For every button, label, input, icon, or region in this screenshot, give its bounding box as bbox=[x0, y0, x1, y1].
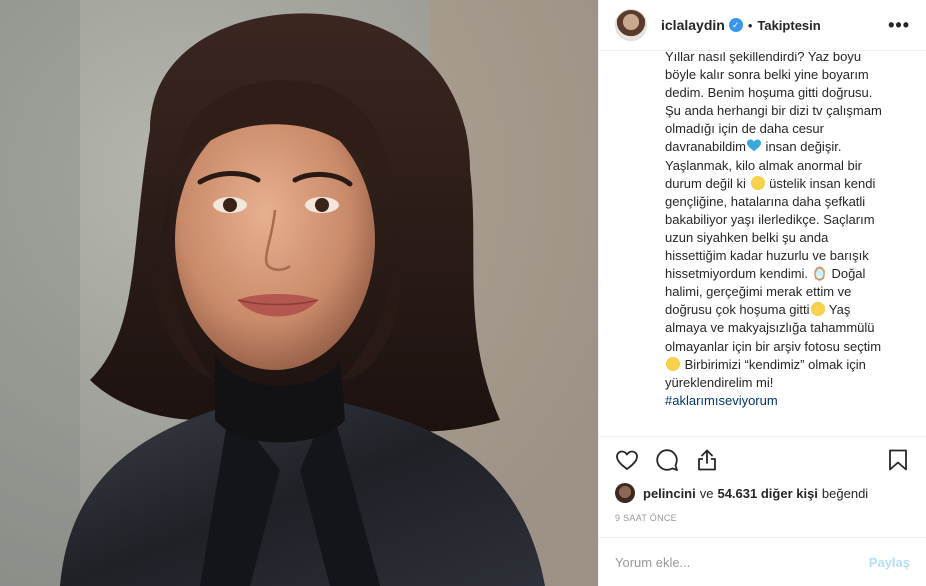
caption-line: hissetmiyordum kendimi. 🪞 Doğal bbox=[665, 266, 866, 282]
likes-connector: ve bbox=[699, 485, 714, 501]
likes-summary: pelincini ve 54.631 diğer kişi beğendi bbox=[615, 482, 910, 504]
caption-line: olmadığı için de daha cesur bbox=[665, 121, 824, 137]
caption-line: durum değil ki üstelik insan kendi bbox=[665, 175, 910, 193]
caption-line: Yıllar nasıl şekillendirdi? Yaz boyu bbox=[665, 52, 862, 64]
post-timestamp[interactable]: 9 SAAT ÖNCE bbox=[615, 513, 677, 523]
more-options-icon[interactable]: ••• bbox=[888, 15, 910, 36]
liker-username-link[interactable]: pelincini bbox=[643, 486, 696, 501]
comment-bar: Paylaş bbox=[599, 537, 926, 586]
caption-line: Birbirimizi “kendimiz” olmak için bbox=[665, 356, 910, 374]
heart-icon[interactable] bbox=[615, 448, 639, 472]
caption-fragment: insan değişir. bbox=[761, 139, 842, 155]
caption-line: böyle kalır sonra belki yine boyarım bbox=[665, 67, 869, 83]
caption-fragment: doğrusu çok hoşuma gitti bbox=[665, 302, 810, 318]
smiling-face-emoji-icon bbox=[666, 356, 680, 371]
caption-line: yüreklendirelim mi! bbox=[665, 374, 774, 390]
caption-line: davranabildim insan değişir. bbox=[665, 138, 910, 156]
caption-fragment: Yaş bbox=[825, 302, 851, 318]
action-bar bbox=[615, 446, 910, 474]
caption-fragment: üstelik insan kendi bbox=[765, 175, 876, 191]
caption-line: dedim. Benim hoşuma gitti doğrusu. bbox=[665, 85, 873, 101]
caption-line: olmayanlar için bir arşiv fotosu seçtim bbox=[665, 338, 882, 354]
share-icon[interactable] bbox=[695, 448, 719, 472]
smiling-face-emoji-icon bbox=[750, 175, 765, 190]
blue-heart-emoji-icon bbox=[746, 139, 761, 152]
likes-count-link[interactable]: 54.631 diğer kişi bbox=[717, 486, 817, 501]
username-link[interactable]: iclalaydin bbox=[661, 17, 725, 33]
wink-face-emoji-icon bbox=[810, 302, 825, 317]
post-header: iclalaydin ✓ • Takiptesin ••• bbox=[599, 0, 926, 51]
caption-line: doğrusu çok hoşuma gitti Yaş bbox=[665, 301, 910, 319]
caption-line: Yaşlanmak, kilo almak anormal bir bbox=[665, 157, 862, 173]
caption-fragment: durum değil ki bbox=[665, 175, 750, 191]
portrait-image bbox=[0, 0, 598, 586]
caption-fragment: davranabildim bbox=[665, 139, 746, 155]
follow-status-button[interactable]: Takiptesin bbox=[757, 18, 820, 33]
likes-suffix: beğendi bbox=[821, 485, 869, 501]
hashtag-link[interactable]: #aklarımıseviyorum bbox=[665, 392, 910, 410]
post-side-panel: iclalaydin ✓ • Takiptesin ••• Yıllar nas… bbox=[598, 0, 926, 586]
liker-avatar[interactable] bbox=[615, 483, 635, 503]
caption-line: gençliğine, hatalarına daha şefkatli bbox=[665, 193, 866, 209]
caption-line: Şu anda herhangi bir dizi tv çalışmam bbox=[665, 103, 882, 119]
caption-line: hissettiğim kadar huzurlu ve barışık bbox=[665, 248, 869, 264]
caption-scroll-area[interactable]: Yıllar nasıl şekillendirdi? Yaz boyu böy… bbox=[599, 52, 926, 437]
post-comment-button[interactable]: Paylaş bbox=[869, 555, 910, 570]
caption-text: Yıllar nasıl şekillendirdi? Yaz boyu böy… bbox=[665, 52, 910, 410]
caption-line: halimi, gerçeğimi merak ettim ve bbox=[665, 284, 852, 300]
comment-input[interactable] bbox=[615, 554, 869, 570]
caption-line: uzun siyahken belki şu anda bbox=[665, 229, 829, 245]
caption-line: bakabiliyor yaşı ilerledikçe. Saçlarım bbox=[665, 211, 875, 227]
separator-dot: • bbox=[747, 17, 753, 33]
bookmark-icon[interactable] bbox=[886, 448, 910, 472]
verified-badge-icon: ✓ bbox=[728, 18, 743, 32]
comment-icon[interactable] bbox=[655, 448, 679, 472]
post-photo[interactable] bbox=[0, 0, 598, 586]
avatar[interactable] bbox=[615, 9, 647, 41]
caption-line: almaya ve makyajsızlığa tahammülü bbox=[665, 320, 875, 336]
caption-fragment: Birbirimizi “kendimiz” olmak için bbox=[681, 356, 866, 372]
